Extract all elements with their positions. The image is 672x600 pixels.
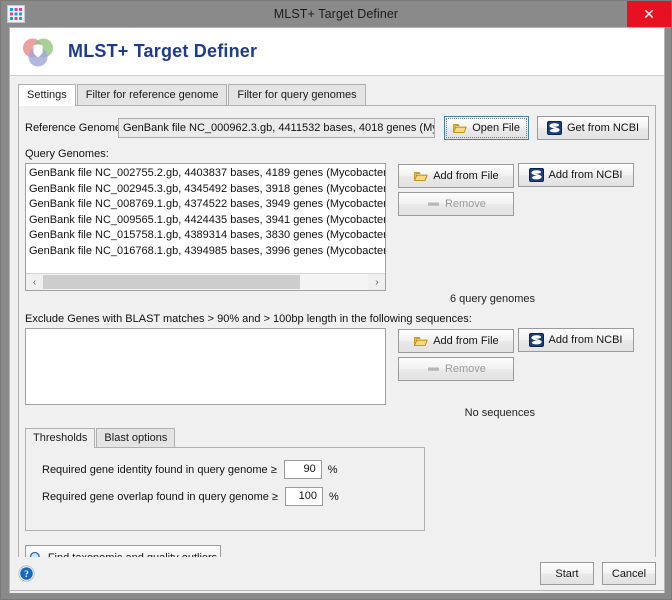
- app-grid-icon: [7, 5, 25, 23]
- title-bar: MLST+ Target Definer ✕: [1, 1, 671, 27]
- list-item[interactable]: GenBank file NC_015758.1.gb, 4389314 bas…: [26, 228, 385, 244]
- query-genomes-status: 6 query genomes: [450, 293, 535, 305]
- add-from-ncbi-label: Add from NCBI: [548, 169, 623, 181]
- add-from-file-button[interactable]: Add from File: [398, 164, 515, 188]
- scrollbar-track[interactable]: [43, 274, 369, 290]
- list-item[interactable]: GenBank file NC_002945.3.gb, 4345492 bas…: [26, 182, 385, 198]
- application-window: MLST+ Target Definer ✕ MLST+ Target Defi…: [0, 0, 672, 600]
- reference-genome-field[interactable]: GenBank file NC_000962.3.gb, 4411532 bas…: [118, 118, 436, 138]
- scroll-left-arrow-icon[interactable]: ‹: [26, 274, 43, 290]
- exclude-add-from-ncbi-button[interactable]: Add from NCBI: [517, 328, 634, 352]
- threshold-identity-input[interactable]: 90: [283, 460, 322, 479]
- list-item[interactable]: GenBank file NC_016768.1.gb, 4394985 bas…: [26, 244, 385, 260]
- threshold-overlap-unit: %: [328, 490, 339, 503]
- dialog-footer: ? Start Cancel: [9, 557, 665, 591]
- options-group: Thresholds Blast options Required gene i…: [25, 427, 425, 531]
- query-genomes-label: Query Genomes:: [25, 148, 109, 160]
- minus-icon: [427, 198, 440, 210]
- horizontal-scrollbar[interactable]: ‹ ›: [26, 273, 386, 290]
- threshold-overlap-row: Required gene overlap found in query gen…: [42, 487, 424, 506]
- cancel-button[interactable]: Cancel: [602, 562, 656, 585]
- ncbi-database-icon: [528, 333, 544, 347]
- tab-filter-reference-genome[interactable]: Filter for reference genome: [76, 84, 228, 105]
- close-button[interactable]: ✕: [627, 1, 671, 27]
- exclude-sequences-buttons: Add from File Add from NCBI Remove: [398, 328, 649, 381]
- tab-blast-options[interactable]: Blast options: [96, 428, 176, 447]
- ncbi-database-icon: [546, 121, 562, 135]
- threshold-identity-label: Required gene identity found in query ge…: [42, 463, 277, 476]
- get-from-ncbi-label: Get from NCBI: [566, 122, 640, 134]
- exclude-sequences-row: Add from File Add from NCBI Remove: [25, 328, 649, 405]
- start-button[interactable]: Start: [540, 562, 594, 585]
- page-title: MLST+ Target Definer: [68, 41, 258, 61]
- exclude-add-from-file-button[interactable]: Add from File: [398, 329, 515, 353]
- open-file-button[interactable]: Open File: [444, 116, 530, 140]
- venn-shield-logo: [20, 34, 56, 70]
- remove-query-genome-button[interactable]: Remove: [398, 192, 515, 216]
- query-genomes-row: GenBank file NC_002755.2.gb, 4403837 bas…: [25, 163, 649, 291]
- open-folder-icon: [453, 122, 467, 134]
- main-tabstrip: Settings Filter for reference genome Fil…: [18, 84, 656, 106]
- exclude-genes-label: Exclude Genes with BLAST matches > 90% a…: [25, 313, 472, 325]
- list-item[interactable]: GenBank file NC_008769.1.gb, 4374522 bas…: [26, 197, 385, 213]
- reference-genome-row: Reference Genome: GenBank file NC_000962…: [25, 116, 649, 140]
- tab-settings[interactable]: Settings: [18, 84, 76, 106]
- tab-thresholds[interactable]: Thresholds: [25, 428, 96, 448]
- scroll-right-arrow-icon[interactable]: ›: [368, 274, 386, 290]
- query-genomes-buttons: Add from File Add from NCBI Remove: [398, 163, 649, 216]
- remove-query-genome-label: Remove: [444, 198, 486, 210]
- open-folder-icon: [414, 335, 428, 347]
- scrollbar-thumb[interactable]: [43, 275, 301, 289]
- window-title: MLST+ Target Definer: [273, 7, 399, 21]
- exclude-sequences-status: No sequences: [464, 407, 535, 419]
- settings-panel: Reference Genome: GenBank file NC_000962…: [18, 106, 656, 580]
- exclude-add-from-file-label: Add from File: [433, 335, 499, 347]
- get-from-ncbi-button[interactable]: Get from NCBI: [537, 116, 649, 140]
- threshold-identity-row: Required gene identity found in query ge…: [42, 460, 424, 479]
- exclude-sequences-listbox[interactable]: [25, 328, 387, 405]
- open-folder-icon: [414, 170, 428, 182]
- help-question-icon[interactable]: ?: [18, 565, 35, 582]
- add-from-ncbi-button[interactable]: Add from NCBI: [517, 163, 634, 187]
- remove-sequence-button[interactable]: Remove: [398, 357, 515, 381]
- options-tabstrip: Thresholds Blast options: [25, 427, 425, 448]
- list-item[interactable]: GenBank file NC_009565.1.gb, 4424435 bas…: [26, 213, 385, 229]
- thresholds-panel: Required gene identity found in query ge…: [25, 447, 425, 531]
- threshold-overlap-label: Required gene overlap found in query gen…: [42, 490, 278, 503]
- exclude-add-from-ncbi-label: Add from NCBI: [548, 334, 623, 346]
- open-file-label: Open File: [472, 122, 520, 134]
- tab-filter-query-genomes[interactable]: Filter for query genomes: [228, 84, 366, 105]
- remove-sequence-label: Remove: [444, 363, 486, 375]
- ncbi-database-icon: [528, 168, 544, 182]
- reference-genome-label: Reference Genome:: [25, 122, 125, 134]
- threshold-identity-unit: %: [327, 463, 338, 476]
- threshold-overlap-input[interactable]: 100: [284, 487, 323, 506]
- minus-icon: [427, 363, 440, 375]
- svg-text:?: ?: [24, 570, 29, 580]
- add-from-file-label: Add from File: [433, 170, 499, 182]
- app-banner: MLST+ Target Definer: [10, 28, 664, 76]
- list-item[interactable]: GenBank file NC_002755.2.gb, 4403837 bas…: [26, 166, 385, 182]
- client-area: MLST+ Target Definer Settings Filter for…: [9, 27, 665, 593]
- query-genomes-listbox[interactable]: GenBank file NC_002755.2.gb, 4403837 bas…: [25, 163, 387, 291]
